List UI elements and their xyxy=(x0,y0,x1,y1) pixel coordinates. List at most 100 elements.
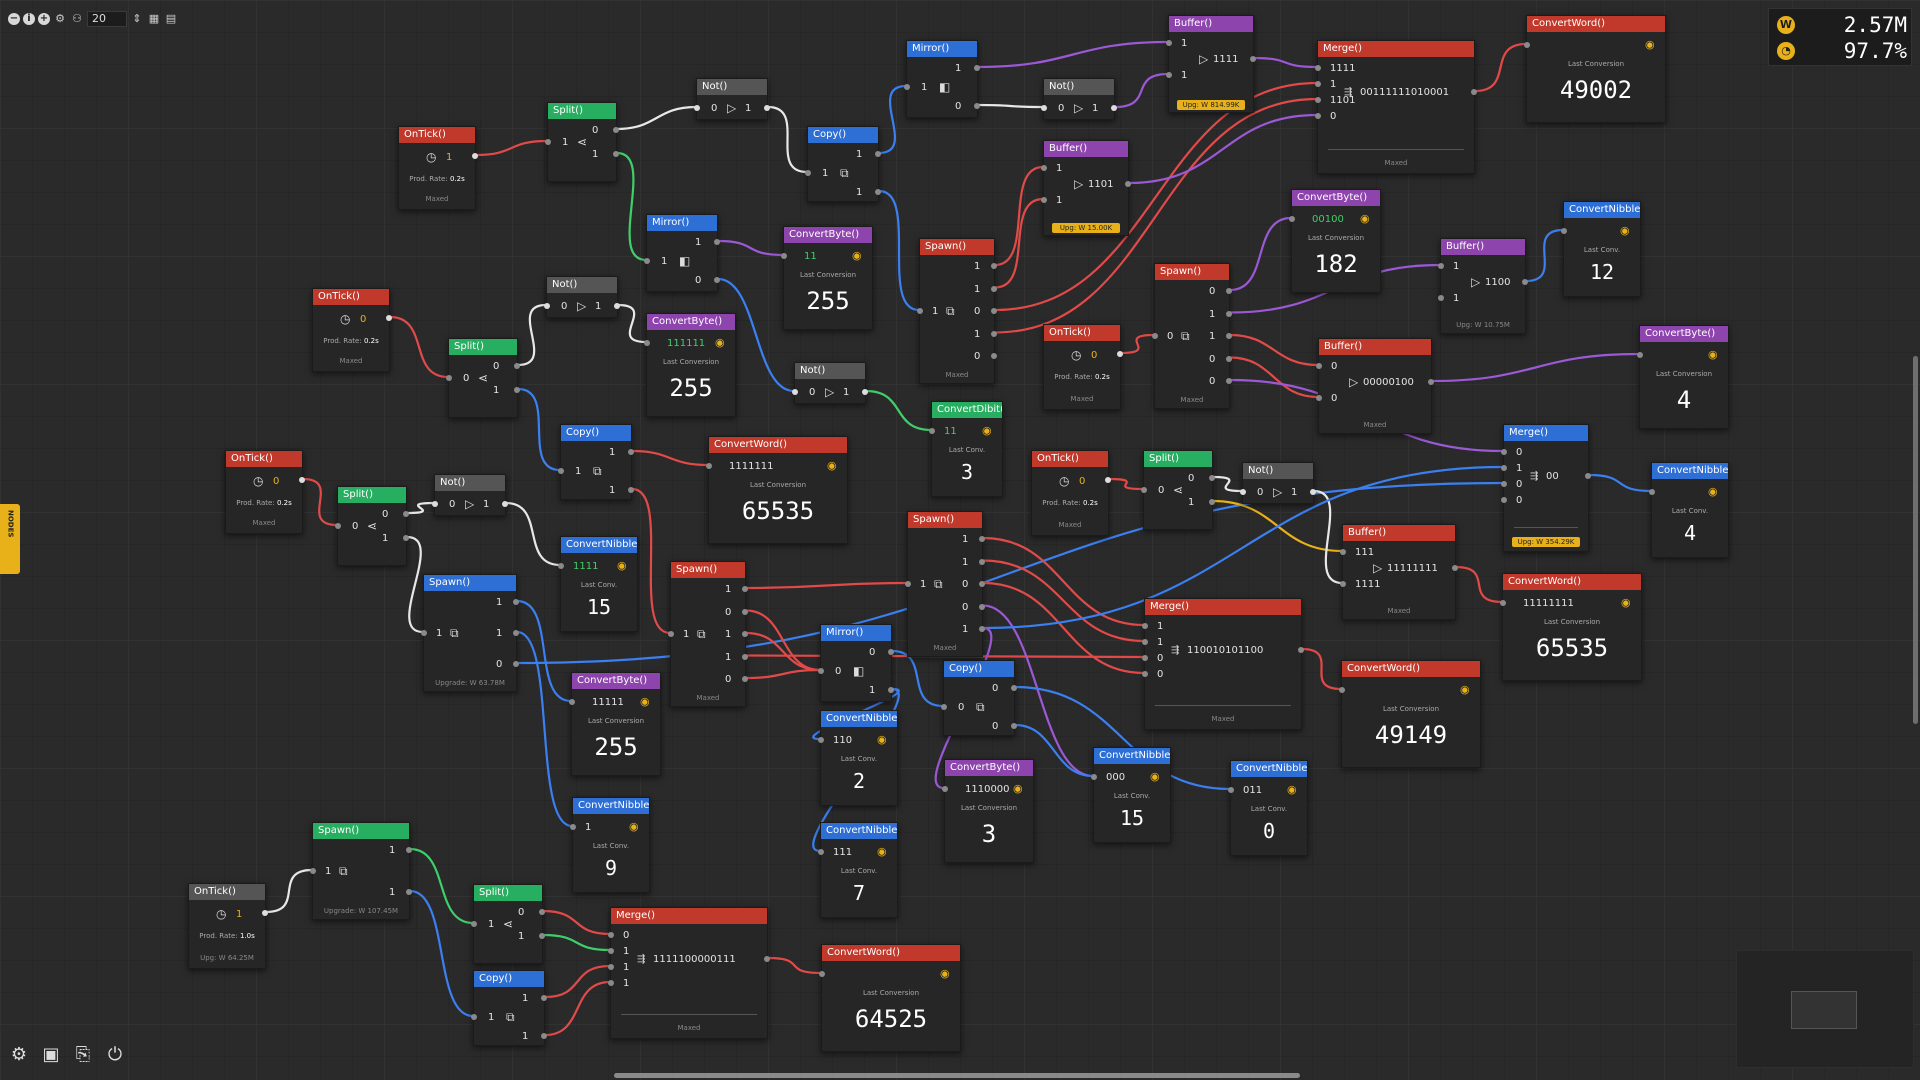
input-port[interactable] xyxy=(471,1014,477,1020)
spawn-node[interactable]: Spawn() 1 1 0 1 ⧉ Upgrade: W 63.78M xyxy=(421,574,519,692)
minimap-viewport[interactable] xyxy=(1791,991,1857,1029)
output-port[interactable] xyxy=(991,330,997,337)
output-port[interactable] xyxy=(614,303,620,309)
input-port[interactable] xyxy=(1340,549,1346,555)
convert-node[interactable]: ConvertNibble() 011 ◉ Last Conv. 0 xyxy=(1228,760,1308,856)
input-port[interactable] xyxy=(1500,600,1506,606)
output-port[interactable] xyxy=(979,626,985,632)
upgrade-badge[interactable]: Upg: W 814.99K xyxy=(1177,100,1245,110)
mirror-node[interactable]: Mirror() 1 0 1 ◧ xyxy=(904,40,980,118)
convert-node[interactable]: ConvertNibble() 1111 ◉ Last Conv. 15 xyxy=(558,536,638,632)
output-port[interactable] xyxy=(1209,499,1215,505)
input-port[interactable] xyxy=(818,668,824,674)
input-port[interactable] xyxy=(1240,489,1246,495)
convert-node[interactable]: ConvertWord() 11111111 ◉ Last Conversion 655… xyxy=(1500,573,1642,681)
output-port[interactable] xyxy=(613,151,619,157)
split-node[interactable]: Split() 0 1 1 ⋖ xyxy=(471,884,545,964)
layout-icon[interactable]: ▤ xyxy=(164,12,178,26)
input-port[interactable] xyxy=(432,501,438,507)
input-port[interactable] xyxy=(558,563,564,569)
input-port[interactable] xyxy=(1315,81,1321,87)
output-port[interactable] xyxy=(991,353,997,359)
input-port[interactable] xyxy=(608,948,614,954)
input-port[interactable] xyxy=(1228,787,1234,793)
zoom-in-icon[interactable]: + xyxy=(38,13,50,25)
convert-node[interactable]: ConvertNibble() 000 ◉ Last Conv. 15 xyxy=(1091,747,1171,843)
output-port[interactable] xyxy=(979,536,985,542)
convert-node[interactable]: ConvertNibble() 1 ◉ Last Conv. 9 xyxy=(570,797,650,893)
output-port[interactable] xyxy=(979,581,985,587)
input-port[interactable] xyxy=(1501,449,1507,455)
convert-node[interactable]: ConvertNibble() 111 ◉ Last Conv. 7 xyxy=(818,822,898,918)
input-port[interactable] xyxy=(1041,197,1047,203)
stepper-icon[interactable]: ⇕ xyxy=(130,12,144,26)
output-port[interactable] xyxy=(513,661,519,667)
input-port[interactable] xyxy=(942,786,948,792)
input-port[interactable] xyxy=(818,849,824,855)
output-port[interactable] xyxy=(262,910,268,916)
output-port[interactable] xyxy=(1105,477,1111,483)
output-port[interactable] xyxy=(714,239,720,245)
output-port[interactable] xyxy=(1226,288,1232,294)
convert-node[interactable]: ConvertByte() 111111 ◉ Last Conversion 255 xyxy=(644,313,736,417)
output-port[interactable] xyxy=(406,889,412,895)
mirror-node[interactable]: Mirror() 0 1 0 ◧ xyxy=(818,624,894,702)
output-port[interactable] xyxy=(1226,310,1232,317)
merge-node[interactable]: Merge() 1 1 0 0 ⇶ 110010101100 Maxed xyxy=(1142,598,1304,730)
spawn-node[interactable]: Spawn() 1 1 0 0 1 1 ⧉ Maxed xyxy=(905,511,985,657)
output-port[interactable] xyxy=(742,586,748,592)
spawn-node[interactable]: Spawn() 0 1 1 0 0 0 ⧉ Maxed xyxy=(1152,263,1232,409)
horizontal-scrollbar[interactable] xyxy=(614,1073,1300,1078)
vertical-scrollbar[interactable] xyxy=(1913,356,1918,724)
input-port[interactable] xyxy=(1438,295,1444,301)
not-node[interactable]: Not() 0 1 ▷ xyxy=(1041,78,1117,120)
output-port[interactable] xyxy=(974,103,980,109)
input-port[interactable] xyxy=(558,468,564,474)
input-port[interactable] xyxy=(1142,655,1148,661)
output-port[interactable] xyxy=(472,153,478,159)
output-port[interactable] xyxy=(406,847,412,853)
input-port[interactable] xyxy=(1340,581,1346,587)
input-port[interactable] xyxy=(781,253,787,259)
minimap[interactable] xyxy=(1736,950,1914,1068)
output-port[interactable] xyxy=(1298,647,1304,653)
convert-node[interactable]: ConvertNibble() ◉ Last Conv. 4 xyxy=(1649,462,1729,558)
input-port[interactable] xyxy=(1041,165,1047,171)
output-port[interactable] xyxy=(513,599,519,605)
convert-node[interactable]: ConvertWord() ◉ Last Conversion 64525 xyxy=(819,944,961,1052)
split-node[interactable]: Split() 0 1 1 ⋖ xyxy=(545,102,619,182)
output-port[interactable] xyxy=(1471,89,1477,95)
output-port[interactable] xyxy=(386,315,392,321)
input-port[interactable] xyxy=(1315,65,1321,71)
ontick-node[interactable]: OnTick() ◷ 0 Prod. Rate: 0.2s Maxed xyxy=(225,450,305,534)
input-port[interactable] xyxy=(644,258,650,264)
input-port[interactable] xyxy=(310,868,316,874)
input-port[interactable] xyxy=(1339,687,1345,693)
output-port[interactable] xyxy=(1125,181,1131,187)
input-port[interactable] xyxy=(694,105,700,111)
ontick-node[interactable]: OnTick() ◷ 0 Prod. Rate: 0.2s Maxed xyxy=(1043,324,1123,410)
input-port[interactable] xyxy=(1501,481,1507,487)
input-port[interactable] xyxy=(1649,489,1655,495)
input-port[interactable] xyxy=(1561,228,1567,234)
input-port[interactable] xyxy=(706,463,712,469)
output-port[interactable] xyxy=(403,511,409,517)
input-port[interactable] xyxy=(569,699,575,705)
output-port[interactable] xyxy=(1250,56,1256,62)
input-port[interactable] xyxy=(1166,72,1172,78)
not-node[interactable]: Not() 0 1 ▷ xyxy=(432,474,508,516)
input-port[interactable] xyxy=(644,340,650,346)
info-icon[interactable]: i xyxy=(23,13,35,25)
buffer-node[interactable]: Buffer() 1 1 ▷ 1101 Upg: W 15.00K xyxy=(1041,140,1131,236)
input-port[interactable] xyxy=(335,523,341,529)
input-port[interactable] xyxy=(1501,465,1507,471)
convert-node[interactable]: ConvertByte() 00100 ◉ Last Conversion 182 xyxy=(1289,189,1381,293)
output-port[interactable] xyxy=(1522,279,1528,285)
output-port[interactable] xyxy=(514,387,520,393)
output-port[interactable] xyxy=(742,608,748,615)
buffer-node[interactable]: Buffer() 1 1 ▷ 1100 Upg: W 10.75M xyxy=(1438,238,1528,334)
input-port[interactable] xyxy=(819,971,825,977)
convert-node[interactable]: ConvertWord() 1111111 ◉ Last Conversion 6553… xyxy=(706,436,848,544)
input-port[interactable] xyxy=(608,980,614,986)
output-port[interactable] xyxy=(1226,355,1232,362)
